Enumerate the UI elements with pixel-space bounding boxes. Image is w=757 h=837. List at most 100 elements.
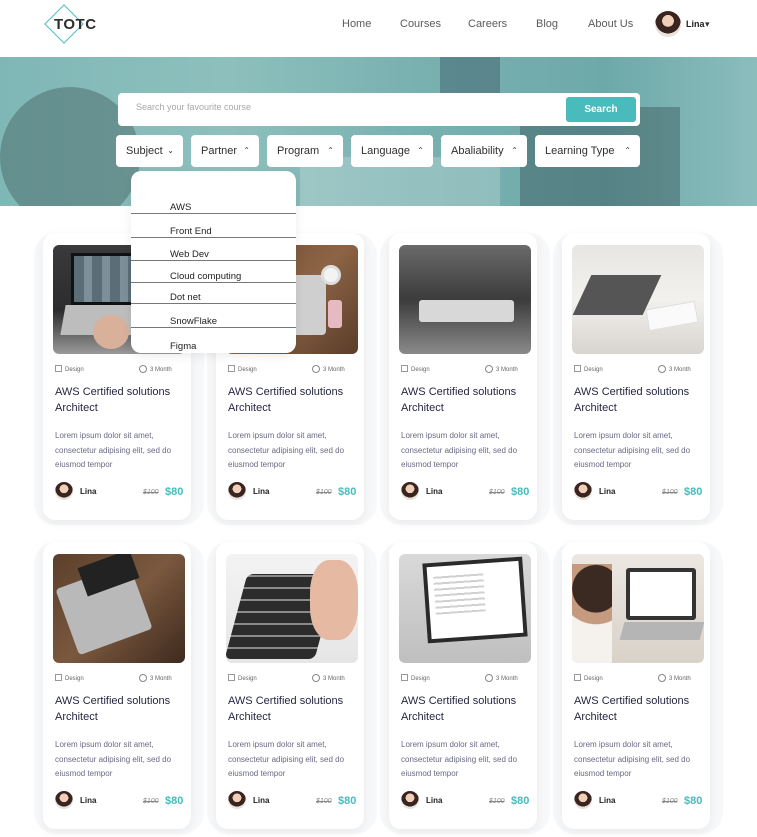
search-input[interactable] bbox=[136, 102, 556, 112]
course-title[interactable]: AWS Certified solutions Architect bbox=[228, 693, 358, 725]
course-tag: Design bbox=[574, 674, 603, 682]
clock-icon bbox=[312, 365, 320, 373]
course-author: Lina $100 $80 bbox=[574, 482, 704, 502]
chevron-up-icon: ⌃ bbox=[624, 146, 631, 155]
filter-subject[interactable]: Subject ⌄ bbox=[116, 135, 183, 167]
price: $80 bbox=[684, 795, 703, 807]
grid-icon bbox=[574, 365, 581, 372]
price: $80 bbox=[511, 486, 530, 498]
author-name: Lina bbox=[599, 487, 616, 496]
course-tag: Design bbox=[228, 365, 257, 373]
divider bbox=[131, 303, 296, 304]
search-bar: Search bbox=[118, 93, 640, 126]
course-title[interactable]: AWS Certified solutions Architect bbox=[401, 384, 531, 416]
dropdown-item[interactable]: Dot net bbox=[131, 289, 296, 309]
header: TOTC Home Courses Careers Blog About Us … bbox=[0, 0, 757, 57]
course-description: Lorem ipsum dolor sit amet, consectetur … bbox=[574, 740, 691, 778]
dropdown-item[interactable]: Figma bbox=[131, 338, 296, 358]
course-card[interactable]: Design 3 Month AWS Certified solutions A… bbox=[389, 233, 537, 520]
course-thumbnail bbox=[399, 245, 531, 354]
filter-language[interactable]: Language ⌃ bbox=[351, 135, 433, 167]
filter-label: Language bbox=[361, 145, 410, 157]
avatar bbox=[55, 482, 73, 500]
divider bbox=[131, 213, 296, 214]
avatar bbox=[228, 791, 246, 809]
chevron-up-icon: ⌃ bbox=[327, 146, 334, 155]
course-tag: Design bbox=[401, 674, 430, 682]
course-author: Lina $100 $80 bbox=[55, 482, 185, 502]
price: $80 bbox=[338, 795, 357, 807]
course-title[interactable]: AWS Certified solutions Architect bbox=[574, 693, 704, 725]
filter-availability[interactable]: Abaliability ⌃ bbox=[441, 135, 527, 167]
course-description: Lorem ipsum dolor sit amet, consectetur … bbox=[228, 740, 345, 778]
course-card[interactable]: Design 3 Month AWS Certified solutions A… bbox=[43, 542, 191, 829]
nav-careers[interactable]: Careers bbox=[468, 18, 507, 30]
grid-icon bbox=[401, 365, 408, 372]
course-card-wrapper: Design 3 Month AWS Certified solutions A… bbox=[553, 542, 723, 834]
nav-home[interactable]: Home bbox=[342, 18, 371, 30]
clock-icon bbox=[485, 674, 493, 682]
dropdown-item[interactable]: Front End bbox=[131, 223, 296, 243]
old-price: $100 bbox=[662, 798, 678, 805]
dropdown-item[interactable]: SnowFlake bbox=[131, 313, 296, 333]
course-duration: 3 Month bbox=[312, 365, 345, 373]
avatar bbox=[401, 791, 419, 809]
filter-partner[interactable]: Partner ⌃ bbox=[191, 135, 259, 167]
nav-courses[interactable]: Courses bbox=[400, 18, 441, 30]
course-duration: 3 Month bbox=[658, 674, 691, 682]
dropdown-item[interactable]: AWS bbox=[131, 199, 296, 219]
filter-learning-type[interactable]: Learning Type ⌃ bbox=[535, 135, 640, 167]
filter-program[interactable]: Program ⌃ bbox=[267, 135, 343, 167]
hero-banner: Search Subject ⌄ Partner ⌃ Program ⌃ Lan… bbox=[0, 57, 757, 206]
course-title[interactable]: AWS Certified solutions Architect bbox=[55, 693, 185, 725]
course-author: Lina $100 $80 bbox=[228, 482, 358, 502]
clock-icon bbox=[139, 365, 147, 373]
user-menu[interactable]: Lina ▾ bbox=[655, 11, 725, 39]
price: $80 bbox=[511, 795, 530, 807]
old-price: $100 bbox=[662, 489, 678, 496]
clock-icon bbox=[658, 674, 666, 682]
avatar bbox=[401, 482, 419, 500]
course-card-wrapper: Design 3 Month AWS Certified solutions A… bbox=[34, 542, 204, 834]
nav-about-us[interactable]: About Us bbox=[588, 18, 633, 30]
author-name: Lina bbox=[253, 487, 270, 496]
search-button[interactable]: Search bbox=[566, 97, 636, 122]
divider bbox=[131, 237, 296, 238]
course-title[interactable]: AWS Certified solutions Architect bbox=[55, 384, 185, 416]
course-thumbnail bbox=[399, 554, 531, 663]
filter-label: Subject bbox=[126, 145, 163, 157]
author-name: Lina bbox=[426, 796, 443, 805]
dropdown-item[interactable]: Cloud computing bbox=[131, 268, 296, 288]
nav-blog[interactable]: Blog bbox=[536, 18, 558, 30]
chevron-up-icon: ⌃ bbox=[511, 146, 518, 155]
course-card[interactable]: Design 3 Month AWS Certified solutions A… bbox=[216, 542, 364, 829]
course-tag: Design bbox=[55, 674, 84, 682]
subject-dropdown: AWS Front End Web Dev Cloud computing Do… bbox=[131, 171, 296, 353]
course-card[interactable]: Design 3 Month AWS Certified solutions A… bbox=[562, 233, 710, 520]
course-description: Lorem ipsum dolor sit amet, consectetur … bbox=[574, 431, 691, 469]
chevron-up-icon: ⌃ bbox=[243, 146, 250, 155]
author-name: Lina bbox=[253, 796, 270, 805]
chevron-down-icon: ⌄ bbox=[167, 146, 174, 155]
course-thumbnail bbox=[572, 554, 704, 663]
course-title[interactable]: AWS Certified solutions Architect bbox=[574, 384, 704, 416]
course-card[interactable]: Design 3 Month AWS Certified solutions A… bbox=[389, 542, 537, 829]
hero-photo-shape bbox=[440, 57, 500, 97]
course-title[interactable]: AWS Certified solutions Architect bbox=[228, 384, 358, 416]
author-name: Lina bbox=[80, 796, 97, 805]
grid-icon bbox=[574, 674, 581, 681]
filter-bar: Subject ⌄ Partner ⌃ Program ⌃ Language ⌃… bbox=[0, 135, 757, 169]
divider bbox=[131, 282, 296, 283]
price: $80 bbox=[165, 486, 184, 498]
course-card-wrapper: Design 3 Month AWS Certified solutions A… bbox=[207, 542, 377, 834]
grid-icon bbox=[401, 674, 408, 681]
course-duration: 3 Month bbox=[658, 365, 691, 373]
course-title[interactable]: AWS Certified solutions Architect bbox=[401, 693, 531, 725]
dropdown-item[interactable]: Web Dev bbox=[131, 246, 296, 266]
course-card-wrapper: Design 3 Month AWS Certified solutions A… bbox=[380, 233, 550, 525]
course-duration: 3 Month bbox=[139, 365, 172, 373]
course-duration: 3 Month bbox=[312, 674, 345, 682]
course-author: Lina $100 $80 bbox=[401, 791, 531, 811]
course-author: Lina $100 $80 bbox=[228, 791, 358, 811]
course-card[interactable]: Design 3 Month AWS Certified solutions A… bbox=[562, 542, 710, 829]
